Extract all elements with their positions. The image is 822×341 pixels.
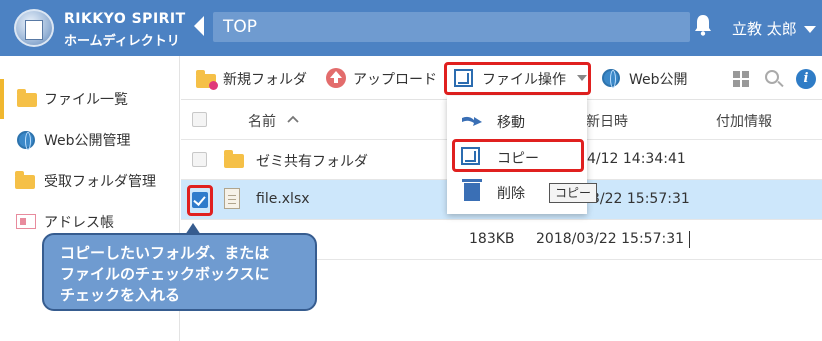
sidebar-item-file-list[interactable]: ファイル一覧 xyxy=(0,79,180,119)
user-name[interactable]: 立教 太郎 xyxy=(732,18,797,39)
globe-icon xyxy=(602,69,620,88)
path-breadcrumb[interactable]: TOP xyxy=(213,12,690,42)
menu-item-label: 削除 xyxy=(497,186,525,202)
sidebar-item-label: 受取フォルダ管理 xyxy=(44,174,156,190)
logo-document-icon xyxy=(25,20,43,40)
sidebar-item-label: アドレス帳 xyxy=(44,215,114,231)
checkbox-highlight xyxy=(187,185,213,216)
row-checkbox[interactable] xyxy=(192,152,207,167)
file-icon xyxy=(224,188,240,209)
file-name[interactable]: ゼミ共有フォルダ xyxy=(256,151,368,171)
folder-icon xyxy=(224,150,244,168)
file-name[interactable]: file.xlsx xyxy=(256,191,310,207)
callout-line: ファイルのチェックボックスに xyxy=(60,265,270,283)
callout-line: チェックを入れる xyxy=(60,286,181,304)
trash-icon xyxy=(462,179,482,201)
brand-subtitle: ホームディレクトリ xyxy=(64,34,180,49)
address-card-icon xyxy=(16,214,36,229)
file-ops-button[interactable]: ファイル操作 xyxy=(482,69,566,89)
file-ops-icon xyxy=(454,69,473,87)
upload-button[interactable]: アップロード xyxy=(353,69,437,89)
sidebar-item-receive-folder[interactable]: 受取フォルダ管理 xyxy=(0,161,180,201)
path-text: TOP xyxy=(223,17,258,37)
move-arrow-icon xyxy=(462,116,482,126)
chevron-down-icon[interactable] xyxy=(577,75,587,81)
tooltip: コピー xyxy=(549,183,597,203)
modified-date: 3/22 15:57:31 xyxy=(591,191,690,207)
globe-icon xyxy=(17,131,35,150)
modified-date: 2018/03/22 15:57:31 xyxy=(536,231,685,247)
copy-highlight xyxy=(452,139,584,172)
select-all-checkbox[interactable] xyxy=(192,112,207,127)
sidebar-item-label: Web公開管理 xyxy=(44,133,131,149)
modified-date: 4/12 14:34:41 xyxy=(587,151,686,167)
user-menu-caret-icon[interactable] xyxy=(804,26,816,33)
callout-line: コピーしたいフォルダ、または xyxy=(60,244,270,262)
new-folder-button[interactable]: 新規フォルダ xyxy=(223,69,307,89)
column-header-extra[interactable]: 付加情報 xyxy=(716,111,772,131)
web-publish-button[interactable]: Web公開 xyxy=(629,69,688,89)
toolbar: 新規フォルダ アップロード ファイル操作 Web公開 i xyxy=(181,56,822,100)
back-arrow-icon[interactable] xyxy=(194,16,204,36)
app-logo xyxy=(14,9,54,47)
text-cursor xyxy=(689,231,690,248)
instruction-callout: コピーしたいフォルダ、または ファイルのチェックボックスに チェックを入れる xyxy=(42,233,317,311)
bell-icon[interactable] xyxy=(694,14,712,36)
menu-item-move[interactable]: 移動 xyxy=(447,103,587,139)
sidebar-item-label: ファイル一覧 xyxy=(44,92,128,108)
grid-view-icon[interactable] xyxy=(733,71,749,87)
active-indicator xyxy=(0,79,4,119)
search-icon[interactable] xyxy=(765,70,779,84)
folder-globe-icon xyxy=(15,171,35,189)
info-icon[interactable]: i xyxy=(796,69,816,89)
file-size: 183KB xyxy=(469,231,515,247)
upload-icon xyxy=(326,68,346,88)
sort-up-icon[interactable] xyxy=(287,115,299,123)
folder-icon xyxy=(17,89,37,107)
brand-name: RIKKYO SPIRIT xyxy=(64,11,186,27)
sidebar-item-web-publish[interactable]: Web公開管理 xyxy=(0,120,180,160)
app-header: RIKKYO SPIRIT ホームディレクトリ TOP 立教 太郎 xyxy=(0,0,822,56)
column-header-name[interactable]: 名前 xyxy=(248,111,276,131)
plus-badge-icon xyxy=(209,81,218,90)
menu-item-label: 移動 xyxy=(497,115,525,131)
